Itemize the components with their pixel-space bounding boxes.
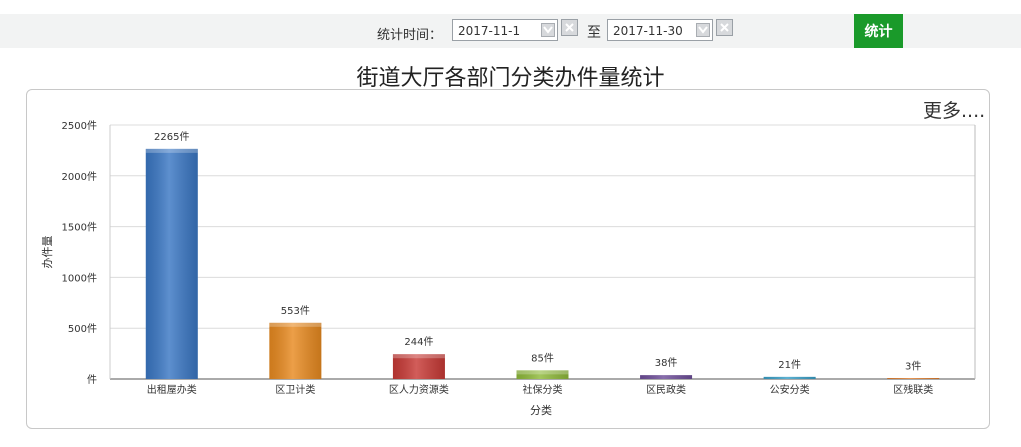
x-tick-label: 区残联类 [893, 383, 933, 396]
data-label: 85件 [531, 352, 554, 364]
bar-shading [763, 376, 816, 379]
x-tick-label: 社保分类 [523, 383, 563, 396]
x-tick-label: 区民政类 [646, 383, 686, 396]
data-label: 553件 [281, 305, 310, 317]
bar-chart: 件 500件 1000件 1500件 2000件 2500件 2265件出租屋办类 553件… [41, 120, 976, 417]
bar-cap [145, 148, 198, 153]
data-label: 38件 [655, 357, 678, 369]
y-tick-label: 500件 [68, 323, 97, 335]
bar-shading [640, 375, 693, 379]
data-label: 3件 [905, 361, 921, 373]
bar-cap [516, 370, 569, 375]
bar-cap [269, 322, 322, 327]
x-tick-label: 区人力资源类 [389, 383, 449, 396]
x-tick-label: 区卫计类 [275, 383, 315, 396]
data-label: 21件 [778, 359, 801, 371]
x-tick-label: 公安分类 [770, 383, 810, 396]
bar-cap [392, 354, 445, 359]
data-label: 2265件 [154, 131, 189, 143]
y-tick-label: 1000件 [62, 272, 97, 284]
x-axis-title: 分类 [530, 403, 552, 417]
bar-shading [269, 322, 322, 379]
y-tick-label: 2500件 [62, 120, 97, 132]
y-tick-label: 1500件 [62, 222, 97, 234]
y-tick-label: 件 [87, 374, 97, 386]
y-tick-label: 2000件 [62, 171, 97, 183]
data-label: 244件 [404, 336, 433, 348]
bar-shading [145, 148, 198, 379]
x-tick-label: 出租屋办类 [147, 383, 197, 396]
y-axis-title: 办件量 [41, 236, 54, 269]
bar-shading [887, 378, 940, 379]
